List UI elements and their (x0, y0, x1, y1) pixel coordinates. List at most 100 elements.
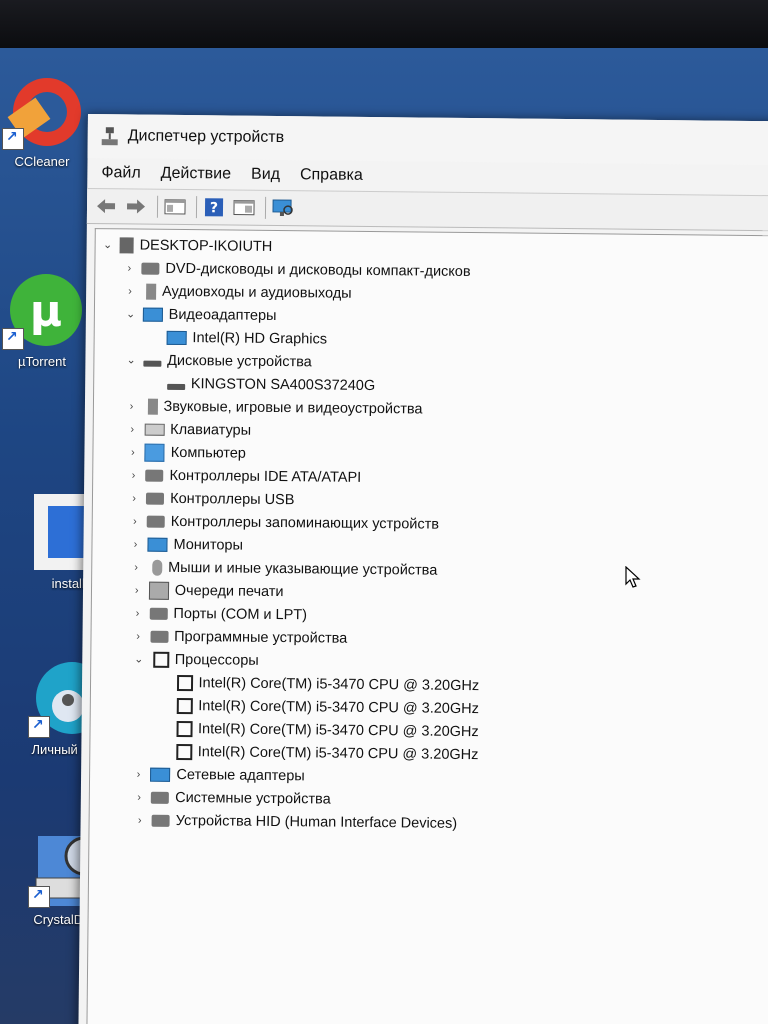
svg-text:µ: µ (30, 286, 62, 337)
monitor-icon (166, 330, 187, 345)
properties-icon (233, 200, 255, 216)
window-title: Диспетчер устройств (127, 127, 285, 147)
network-icon (150, 767, 171, 782)
help-button[interactable]: ? (201, 195, 227, 219)
chevron-down-icon[interactable]: ⌄ (123, 353, 139, 366)
device-manager-window: Диспетчер устройств Файл Действие Вид Сп… (78, 114, 768, 1024)
chevron-right-icon[interactable]: › (124, 423, 140, 435)
disk-icon (166, 383, 185, 390)
toolbar-separator (195, 196, 198, 219)
tree-node-label: Программные устройства (174, 628, 348, 647)
system-icon (151, 791, 170, 804)
chevron-right-icon[interactable]: › (131, 791, 147, 803)
chevron-right-icon[interactable]: › (126, 492, 142, 504)
keyboard-icon (144, 423, 165, 436)
chevron-right-icon[interactable]: › (130, 768, 146, 780)
tree-node-label: Мониторы (173, 536, 244, 554)
desktop-icon-label: µTorrent (18, 354, 66, 369)
menu-file[interactable]: Файл (91, 164, 151, 183)
tree-node-label: KINGSTON SA400S37240G (190, 375, 376, 394)
device-tree-panel[interactable]: ⌄ DESKTOP-IKOIUTH › DVD-дисководы и дисково… (86, 228, 768, 1024)
cpu-icon (175, 720, 193, 737)
speaker-icon (147, 398, 158, 415)
device-manager-icon (100, 126, 120, 146)
properties-button[interactable] (231, 196, 257, 220)
hid-icon (151, 814, 170, 827)
monitor-icon (142, 307, 163, 322)
toolbar-separator (264, 196, 267, 219)
tree-node-label: Мыши и иные указывающие устройства (168, 559, 438, 579)
chevron-down-icon[interactable]: ⌄ (100, 238, 116, 251)
desktop-icon-ccleaner[interactable]: CCleaner (0, 70, 92, 169)
arrow-left-icon (97, 199, 116, 214)
tree-node-label: Видеоадаптеры (168, 306, 277, 324)
ccleaner-icon (2, 70, 82, 150)
monitor-scan-icon (272, 199, 293, 217)
back-button[interactable] (93, 194, 119, 218)
monitor-icon (147, 537, 168, 552)
chevron-right-icon[interactable]: › (121, 262, 137, 274)
storage-icon (146, 515, 165, 528)
tree-node-label: Процессоры (174, 651, 259, 669)
tree-node-label: Intel(R) Core(TM) i5-3470 CPU @ 3.20GHz (198, 674, 480, 694)
chevron-right-icon[interactable]: › (122, 285, 138, 297)
tree-node-label: Intel(R) HD Graphics (192, 329, 328, 348)
tree-node-label: DVD-дисководы и дисководы компакт-дисков (165, 260, 471, 280)
chevron-right-icon[interactable]: › (125, 446, 141, 458)
tree-node-label: DESKTOP-IKOIUTH (139, 237, 273, 255)
speaker-icon (145, 283, 157, 300)
chevron-right-icon[interactable]: › (123, 400, 139, 412)
port-icon (149, 607, 168, 620)
chevron-right-icon[interactable]: › (128, 561, 144, 573)
shortcut-arrow-icon (2, 128, 24, 150)
chevron-right-icon[interactable]: › (132, 814, 148, 826)
chevron-down-icon[interactable]: ⌄ (123, 307, 139, 320)
arrow-right-icon (127, 199, 146, 214)
tree-node-label: Устройства HID (Human Interface Devices) (175, 812, 458, 832)
toolbar-separator (156, 195, 159, 218)
tree-node-label: Сетевые адаптеры (176, 766, 305, 784)
desktop-icon-utorrent[interactable]: µ µTorrent (0, 270, 92, 369)
show-hide-console-tree-button[interactable] (162, 195, 188, 219)
dvd-icon (141, 262, 160, 275)
tree-node-label: Контроллеры IDE ATA/ATAPI (169, 467, 362, 486)
menu-action[interactable]: Действие (151, 165, 242, 184)
chevron-right-icon[interactable]: › (129, 607, 145, 619)
printer-icon (148, 581, 169, 600)
toolbar: ? (86, 187, 768, 232)
title-bar[interactable]: Диспетчер устройств (87, 114, 768, 166)
svg-text:?: ? (210, 200, 218, 216)
desktop-icon-label: CCleaner (14, 154, 70, 169)
chevron-down-icon[interactable]: ⌄ (131, 652, 147, 666)
chevron-right-icon[interactable]: › (127, 515, 143, 527)
cpu-icon (176, 697, 193, 714)
chevron-right-icon[interactable]: › (125, 469, 141, 481)
device-tree: ⌄ DESKTOP-IKOIUTH › DVD-дисководы и дисково… (89, 229, 768, 838)
disk-icon (143, 360, 162, 367)
tree-node-label: Аудиовходы и аудиовыходы (161, 283, 352, 302)
tree-node-label: Контроллеры запоминающих устройств (170, 513, 440, 533)
chevron-right-icon[interactable]: › (129, 584, 145, 596)
tree-node-label: Intel(R) Core(TM) i5-3470 CPU @ 3.20GHz (197, 720, 479, 740)
shortcut-arrow-icon (28, 886, 50, 908)
cpu-icon (152, 651, 169, 668)
tree-node-label: Дисковые устройства (167, 352, 312, 370)
tree-node-label: Клавиатуры (170, 421, 252, 439)
chevron-right-icon[interactable]: › (130, 630, 146, 642)
tree-node-label: Intel(R) Core(TM) i5-3470 CPU @ 3.20GHz (197, 743, 479, 763)
menu-view[interactable]: Вид (241, 166, 290, 185)
menu-help[interactable]: Справка (290, 166, 373, 185)
usb-icon (146, 492, 165, 505)
mouse-icon (152, 559, 163, 576)
tree-node-label: Звуковые, игровые и видеоустройства (163, 398, 423, 418)
tree-node-label: Контроллеры USB (170, 490, 295, 508)
photo: CCleaner µ µTorrent installer (0, 0, 768, 1024)
tree-node-label: Очереди печати (174, 582, 284, 600)
scan-hardware-button[interactable] (270, 196, 296, 220)
tree-node-label: Порты (COM и LPT) (173, 605, 308, 623)
root-computer-icon (119, 236, 134, 253)
tree-node-label: Системные устройства (175, 789, 331, 808)
chevron-right-icon[interactable]: › (127, 538, 143, 550)
forward-button[interactable] (123, 194, 149, 218)
monitor-bezel (0, 0, 768, 52)
